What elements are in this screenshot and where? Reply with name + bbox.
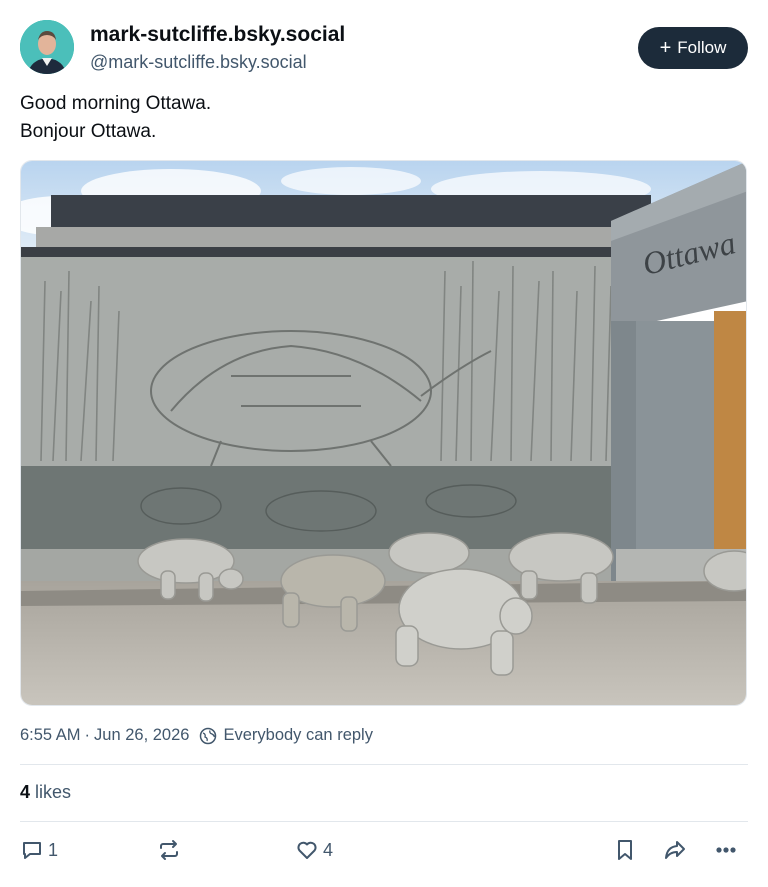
more-options-button[interactable] bbox=[714, 838, 738, 862]
bookmark-icon bbox=[618, 840, 632, 860]
author-handle[interactable]: @mark-sutcliffe.bsky.social bbox=[90, 50, 345, 74]
follow-label: Follow bbox=[677, 38, 727, 57]
reply-icon bbox=[23, 842, 41, 859]
post-time[interactable]: 6:55 AM bbox=[20, 726, 81, 745]
globe-reply-icon bbox=[199, 727, 217, 745]
post-meta: 6:55 AM · Jun 26, 2026 Everybody can rep… bbox=[20, 726, 373, 745]
likes-count[interactable]: 4 likes bbox=[20, 782, 71, 803]
post-text-line: Good morning Ottawa. bbox=[20, 93, 212, 114]
divider bbox=[20, 821, 748, 822]
post-header: mark-sutcliffe.bsky.social @mark-sutclif… bbox=[20, 20, 748, 76]
repost-button[interactable] bbox=[157, 838, 185, 862]
photo-turtle-sculptures: Ottawa bbox=[21, 161, 746, 705]
divider bbox=[20, 764, 748, 765]
repost-icon bbox=[160, 840, 178, 860]
avatar[interactable] bbox=[20, 20, 74, 74]
reply-count: 1 bbox=[48, 839, 59, 860]
avatar-image bbox=[20, 20, 74, 74]
post-text-line: Bonjour Ottawa. bbox=[20, 121, 157, 142]
post-actions: 1 4 bbox=[20, 838, 748, 870]
share-button[interactable] bbox=[663, 838, 687, 862]
likes-number: 4 bbox=[20, 782, 31, 802]
display-name[interactable]: mark-sutcliffe.bsky.social bbox=[90, 22, 345, 48]
post-image[interactable]: Ottawa bbox=[20, 160, 747, 706]
like-button[interactable]: 4 bbox=[295, 838, 333, 862]
reply-setting[interactable]: Everybody can reply bbox=[223, 726, 373, 745]
likes-label: likes bbox=[35, 782, 72, 802]
post-date[interactable]: Jun 26, 2026 bbox=[94, 726, 189, 745]
heart-icon bbox=[297, 841, 317, 859]
like-count: 4 bbox=[323, 839, 334, 860]
meta-separator: · bbox=[84, 726, 91, 744]
post-text: Good morning Ottawa. Bonjour Ottawa. bbox=[20, 90, 740, 146]
share-icon bbox=[665, 841, 685, 859]
plus-icon: + bbox=[659, 37, 672, 59]
reply-button[interactable]: 1 bbox=[20, 838, 58, 862]
follow-button[interactable]: + Follow bbox=[638, 27, 748, 69]
bookmark-button[interactable] bbox=[613, 838, 637, 862]
author-names: mark-sutcliffe.bsky.social @mark-sutclif… bbox=[90, 22, 345, 74]
ellipsis-icon bbox=[716, 847, 736, 853]
